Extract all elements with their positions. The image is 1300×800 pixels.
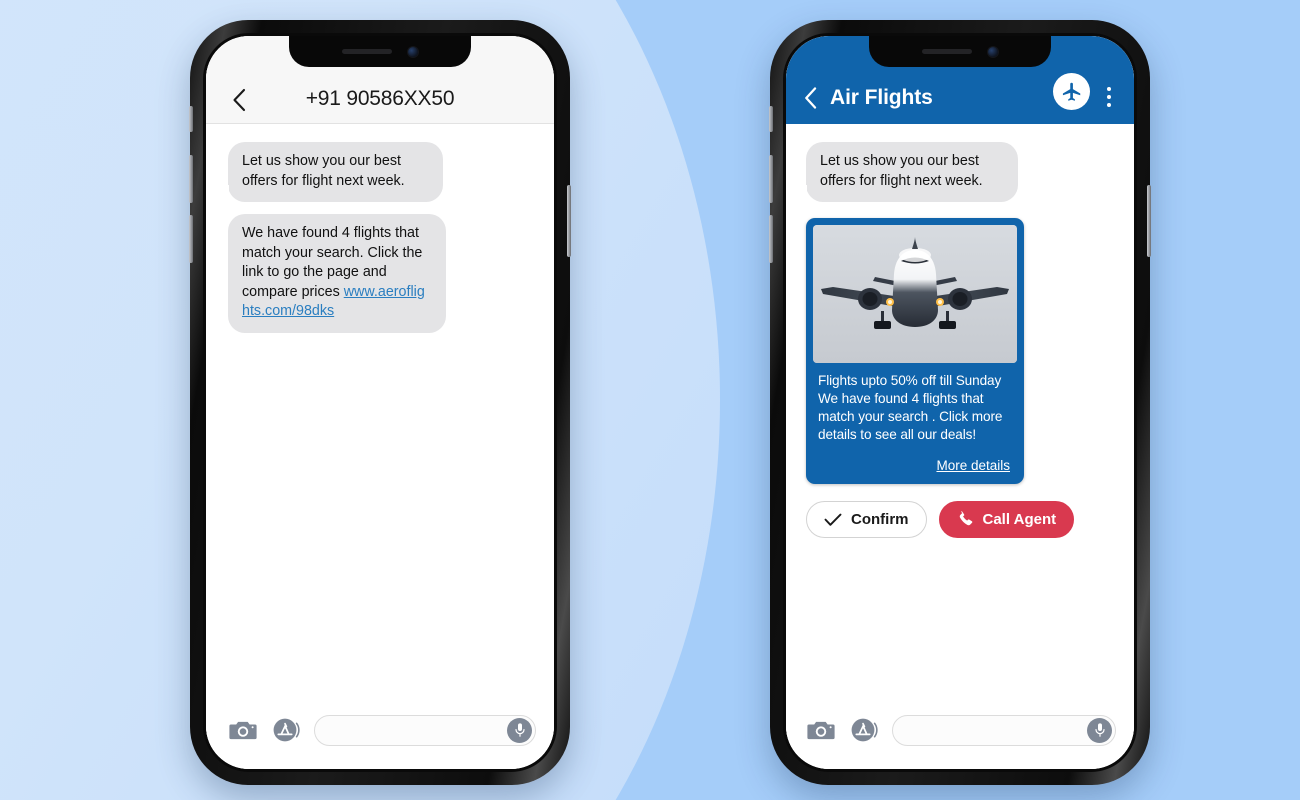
volume-up-button[interactable] [769, 155, 773, 203]
rcs-app-screen: Air Flights Let us show you our best off… [786, 36, 1134, 769]
rich-card[interactable]: Flights upto 50% off till Sunday We have… [806, 218, 1024, 485]
rich-card-body: Flights upto 50% off till Sunday We have… [813, 363, 1017, 475]
kebab-menu-icon[interactable] [1100, 84, 1118, 110]
confirm-button[interactable]: Confirm [806, 501, 927, 539]
sms-compose-toolbar [206, 705, 554, 769]
suggested-actions: Confirm Call Agent [806, 501, 1116, 539]
rcs-conversation-list: Let us show you our best offers for flig… [786, 124, 1134, 705]
power-button[interactable] [1147, 185, 1151, 257]
phone-screen-rcs: Air Flights Let us show you our best off… [783, 33, 1137, 772]
earpiece-speaker [342, 49, 392, 54]
more-details-link[interactable]: More details [936, 458, 1010, 473]
microphone-icon[interactable] [507, 717, 532, 743]
rcs-compose-toolbar [786, 705, 1134, 769]
message-input[interactable] [892, 714, 1116, 746]
microphone-icon[interactable] [1087, 717, 1112, 743]
phone-device-sms: +91 90586XX50 Let us show you our best o… [189, 20, 571, 785]
confirm-label: Confirm [851, 511, 909, 529]
message-bubble-incoming: Let us show you our best offers for flig… [795, 142, 1018, 203]
volume-down-button[interactable] [769, 215, 773, 263]
volume-up-button[interactable] [189, 155, 193, 203]
device-notch [289, 36, 471, 67]
sms-app-screen: +91 90586XX50 Let us show you our best o… [206, 36, 554, 769]
sms-conversation-list: Let us show you our best offers for flig… [206, 124, 554, 705]
message-bubble-incoming: Let us show you our best offers for flig… [217, 142, 443, 203]
airplane-icon[interactable] [1053, 73, 1090, 110]
message-bubble-incoming: We have found 4 flights that match your … [228, 214, 446, 334]
volume-down-button[interactable] [189, 215, 193, 263]
phone-device-rcs: Air Flights Let us show you our best off… [769, 20, 1151, 785]
message-input[interactable] [314, 714, 536, 746]
airplane-landing-photo [813, 225, 1017, 364]
earpiece-speaker [922, 49, 972, 54]
call-agent-button[interactable]: Call Agent [938, 501, 1075, 539]
app-store-icon[interactable] [849, 715, 879, 745]
power-button[interactable] [567, 185, 571, 257]
device-notch [869, 36, 1051, 67]
phone-icon [957, 511, 974, 528]
message-text: Let us show you our best offers for flig… [820, 153, 983, 189]
brand-title: Air Flights [830, 86, 933, 109]
mute-switch[interactable] [189, 106, 193, 132]
camera-icon[interactable] [806, 715, 836, 745]
front-camera [408, 46, 418, 57]
chevron-left-icon[interactable] [226, 87, 252, 113]
rich-card-link-row: More details [818, 457, 1012, 475]
chevron-left-icon[interactable] [800, 86, 820, 110]
front-camera [988, 46, 998, 57]
call-agent-label: Call Agent [982, 511, 1057, 529]
check-icon [824, 513, 842, 527]
conversation-title: +91 90586XX50 [305, 87, 455, 110]
camera-icon[interactable] [228, 715, 258, 745]
message-text: Let us show you our best offers for flig… [242, 153, 405, 189]
rich-card-text: Flights upto 50% off till Sunday We have… [818, 373, 1003, 443]
mute-switch[interactable] [769, 106, 773, 132]
phone-screen-sms: +91 90586XX50 Let us show you our best o… [203, 33, 557, 772]
app-store-icon[interactable] [271, 715, 301, 745]
